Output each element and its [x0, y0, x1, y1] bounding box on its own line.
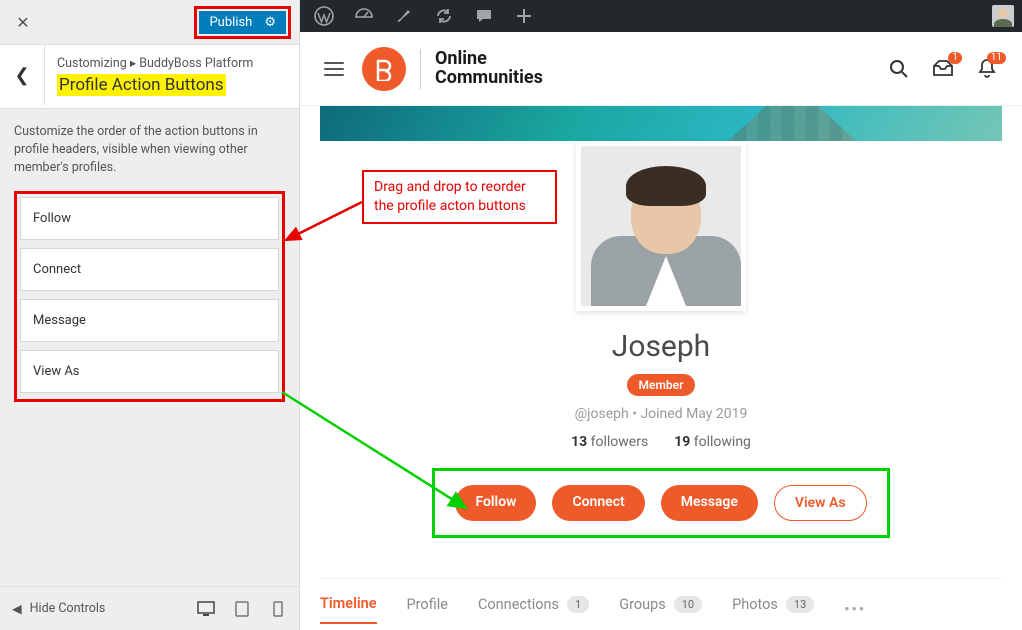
- profile-name: Joseph: [320, 329, 1002, 364]
- dashboard-icon[interactable]: [354, 6, 374, 26]
- close-customizer-button[interactable]: ✕: [8, 7, 38, 37]
- wordpress-logo-icon[interactable]: [314, 6, 334, 26]
- site-frame: Online Communities 1 11: [300, 32, 1022, 630]
- search-button[interactable]: [888, 58, 910, 80]
- section-title: Profile Action Buttons: [57, 74, 226, 96]
- customizer-body: Customize the order of the action button…: [0, 109, 299, 586]
- device-tablet-button[interactable]: [233, 600, 251, 618]
- customizer-section-header: ❮ Customizing ▸ BuddyBoss Platform Profi…: [0, 45, 299, 109]
- follow-button[interactable]: Follow: [455, 485, 536, 521]
- sortable-item-connect[interactable]: Connect: [20, 248, 279, 291]
- sortable-list-highlight: Follow Connect Message View As: [14, 191, 285, 402]
- following-stat[interactable]: 19 following: [674, 434, 751, 450]
- site-title: Online Communities: [435, 50, 543, 88]
- hide-controls-button[interactable]: ◀ Hide Controls: [12, 601, 105, 617]
- message-button[interactable]: Message: [661, 485, 758, 521]
- mobile-icon: [273, 601, 283, 617]
- menu-toggle-button[interactable]: [324, 58, 344, 80]
- tab-profile[interactable]: Profile: [407, 596, 448, 623]
- breadcrumb-path: Customizing ▸ BuddyBoss Platform: [57, 55, 287, 71]
- refresh-icon[interactable]: [434, 6, 454, 26]
- header-actions: 1 11: [888, 58, 998, 80]
- site-logo[interactable]: Online Communities: [362, 47, 543, 91]
- breadcrumb: Customizing ▸ BuddyBoss Platform Profile…: [45, 45, 299, 108]
- add-new-icon[interactable]: [514, 6, 534, 26]
- section-description: Customize the order of the action button…: [14, 123, 285, 177]
- view-as-button[interactable]: View As: [774, 485, 867, 521]
- tab-connections[interactable]: Connections1: [478, 596, 589, 623]
- device-preview-switcher: [197, 600, 287, 618]
- adminbar-left: [308, 6, 534, 26]
- sortable-item-message[interactable]: Message: [20, 299, 279, 342]
- tablet-icon: [235, 601, 249, 617]
- connect-button[interactable]: Connect: [552, 485, 644, 521]
- search-icon: [889, 59, 909, 79]
- profile-action-buttons: Follow Connect Message View As: [432, 468, 889, 538]
- profile-tabs: Timeline Profile Connections1 Groups10 P…: [320, 578, 1002, 624]
- adminbar-avatar[interactable]: [992, 5, 1014, 27]
- notifications-badge: 11: [987, 52, 1006, 64]
- customizer-topbar: ✕ Publish ⚙: [0, 0, 299, 45]
- profile-meta: @joseph • Joined May 2019: [320, 406, 1002, 422]
- desktop-icon: [197, 601, 215, 617]
- device-desktop-button[interactable]: [197, 600, 215, 618]
- profile-joined: Joined May 2019: [640, 406, 747, 422]
- sortable-item-follow[interactable]: Follow: [20, 197, 279, 240]
- logo-badge-icon: [362, 47, 406, 91]
- comment-icon[interactable]: [474, 6, 494, 26]
- customizer-sidebar: ✕ Publish ⚙ ❮ Customizing ▸ BuddyBoss Pl…: [0, 0, 300, 630]
- notifications-button[interactable]: 11: [976, 58, 998, 80]
- collapse-icon: ◀: [12, 601, 22, 617]
- publish-highlight: Publish ⚙: [194, 6, 291, 39]
- preview-pane: Online Communities 1 11: [300, 0, 1022, 630]
- site-header: Online Communities 1 11: [300, 32, 1022, 106]
- publish-button[interactable]: Publish ⚙: [199, 11, 286, 34]
- inbox-button[interactable]: 1: [932, 58, 954, 80]
- back-button[interactable]: ❮: [0, 45, 45, 105]
- wp-admin-bar: [300, 0, 1022, 32]
- inbox-badge: 1: [948, 52, 962, 64]
- member-badge: Member: [627, 374, 696, 396]
- hide-controls-label: Hide Controls: [30, 601, 106, 616]
- profile-stats: 13 followers 19 following: [320, 434, 1002, 450]
- profile-handle: @joseph: [575, 406, 629, 422]
- profile-avatar[interactable]: [576, 141, 746, 311]
- device-mobile-button[interactable]: [269, 600, 287, 618]
- tab-timeline[interactable]: Timeline: [320, 595, 377, 624]
- tab-groups[interactable]: Groups10: [619, 596, 702, 623]
- customizer-footer: ◀ Hide Controls: [0, 586, 299, 630]
- customize-brush-icon[interactable]: [394, 6, 414, 26]
- publish-label: Publish: [209, 15, 252, 30]
- followers-stat[interactable]: 13 followers: [571, 434, 648, 450]
- sortable-item-view-as[interactable]: View As: [20, 350, 279, 393]
- gear-icon[interactable]: ⚙: [264, 15, 276, 30]
- annotation-callout: Drag and drop to reorder the profile act…: [362, 170, 557, 224]
- tab-more-button[interactable]: •••: [844, 601, 866, 618]
- tab-photos[interactable]: Photos13: [732, 596, 814, 623]
